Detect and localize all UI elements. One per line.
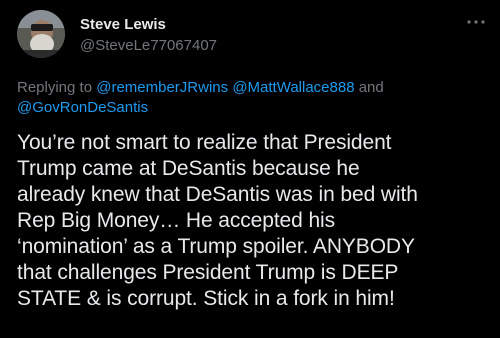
tweet-card: Steve Lewis @SteveLe77067407 Replying to… [0,0,500,338]
profile-photo-icon [17,10,65,58]
more-dots-icon [467,20,485,24]
author-display-name[interactable]: Steve Lewis [80,15,166,35]
tweet-text: You’re not smart to realize that Preside… [17,131,418,310]
more-options-button[interactable] [464,14,488,30]
replying-to-line: Replying to @rememberJRwins @MattWallace… [17,78,487,118]
replying-to-label: Replying to [17,79,97,96]
mention-link-mattwallace888[interactable]: @MattWallace888 [232,79,354,96]
mention-separator-and: and [354,79,384,96]
mention-link-govrondesantis[interactable]: @GovRonDeSantis [17,99,148,116]
author-avatar[interactable] [17,10,65,58]
mention-link-rememberjrwins[interactable]: @rememberJRwins [96,79,228,96]
author-handle[interactable]: @SteveLe77067407 [80,36,217,56]
